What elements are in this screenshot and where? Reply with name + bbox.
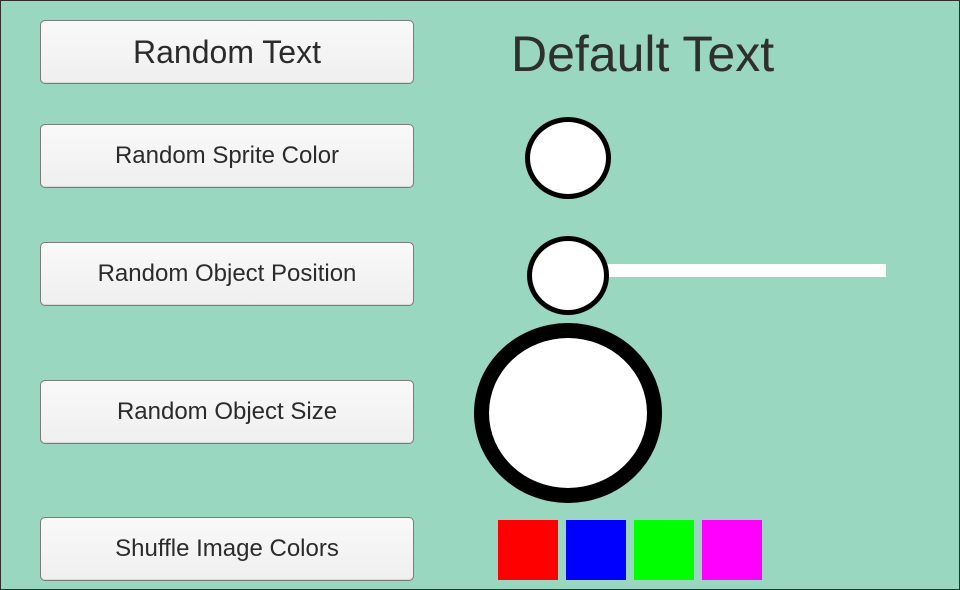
position-trail-line — [606, 264, 886, 277]
shuffle-image-colors-button[interactable]: Shuffle Image Colors — [40, 517, 414, 581]
random-object-position-button[interactable]: Random Object Position — [40, 242, 414, 306]
swatch-green — [634, 520, 694, 580]
swatch-magenta — [702, 520, 762, 580]
random-object-size-button[interactable]: Random Object Size — [40, 380, 414, 444]
image-swatch-row — [498, 520, 762, 580]
swatch-blue — [566, 520, 626, 580]
random-text-button[interactable]: Random Text — [40, 20, 414, 84]
game-canvas: Random Text Random Sprite Color Random O… — [0, 0, 960, 590]
position-sprite-circle — [527, 236, 609, 315]
swatch-red — [498, 520, 558, 580]
random-sprite-color-button[interactable]: Random Sprite Color — [40, 124, 414, 188]
size-sprite-circle — [474, 323, 662, 503]
color-sprite-circle — [525, 117, 611, 199]
display-text: Default Text — [511, 26, 775, 82]
